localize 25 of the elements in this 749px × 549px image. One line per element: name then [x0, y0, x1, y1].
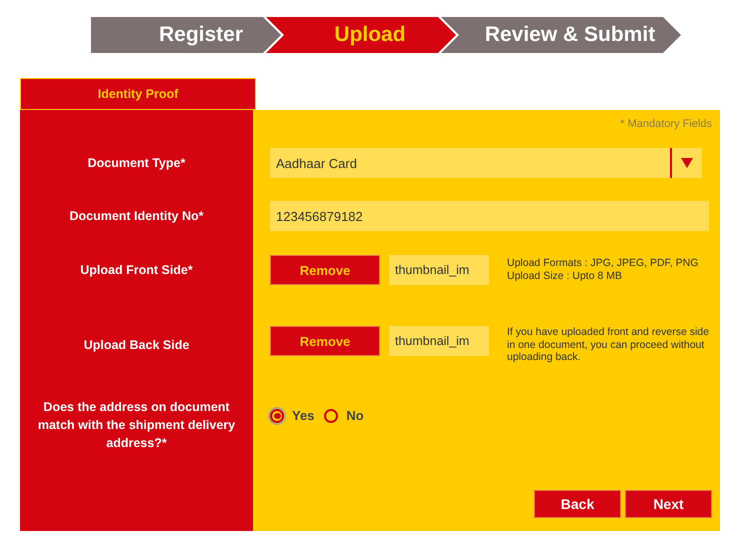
document-type-dropdown[interactable]: Aadhaar Card — [270, 148, 702, 178]
input-field[interactable]: 123456879182 — [270, 201, 709, 231]
upload-hint: If you have uploaded front and reverse side in one document, you can proceed without uploading back. — [507, 326, 710, 364]
section-tab[interactable]: Identity Proof — [20, 78, 256, 110]
step-tab[interactable]: Review & Submit — [441, 17, 681, 53]
radio-option[interactable]: No — [324, 408, 364, 423]
field-label: Upload Back Side — [84, 336, 190, 354]
dropdown-caret-icon[interactable] — [681, 158, 693, 168]
field-label: Document Type* — [88, 154, 186, 172]
radio-option[interactable]: Yes — [270, 408, 314, 423]
upload-hint: Upload Formats : JPG, JPEG, PDF, PNG Upload Size : Upto 8 MB — [507, 257, 700, 283]
file-name-field[interactable]: thumbnail_im — [389, 255, 489, 285]
field-label: Document Identity No* — [69, 208, 204, 225]
field-label: Does the address on document match with the shipment delivery address?* — [36, 398, 236, 452]
remove-button[interactable]: Remove — [270, 326, 380, 356]
nav-button[interactable]: Next — [625, 490, 712, 518]
mandatory-note: * Mandatory Fields — [619, 117, 712, 132]
nav-button[interactable]: Back — [534, 490, 621, 518]
radio-icon[interactable] — [324, 408, 338, 422]
field-label: Upload Front Side* — [80, 262, 193, 279]
file-name-field[interactable]: thumbnail_im — [389, 326, 489, 356]
step-tab[interactable]: Register — [91, 17, 281, 53]
radio-icon[interactable] — [270, 408, 284, 422]
step-tab[interactable]: Upload — [266, 17, 456, 53]
remove-button[interactable]: Remove — [270, 255, 380, 285]
